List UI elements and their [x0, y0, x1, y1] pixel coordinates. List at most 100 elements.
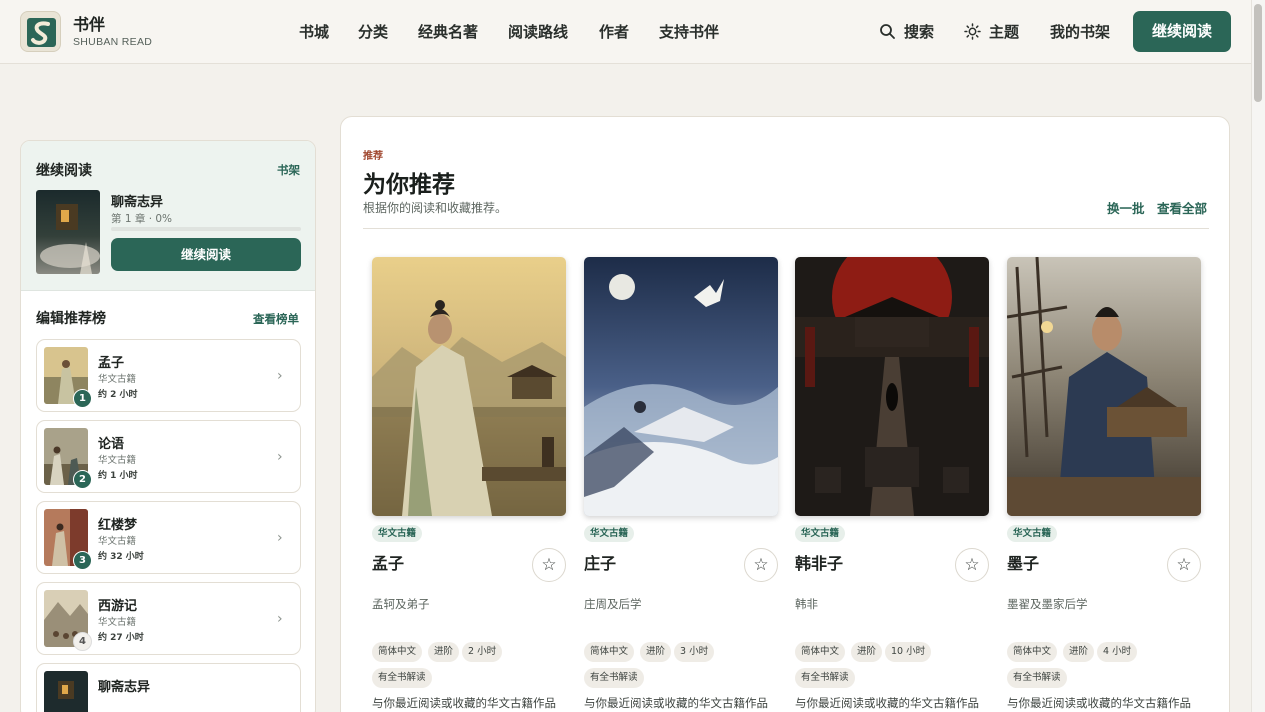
- book-title[interactable]: 庄子: [584, 550, 616, 574]
- book-cover[interactable]: [1007, 257, 1201, 516]
- nav-item-categories[interactable]: 分类: [358, 21, 388, 42]
- ranking-item-category: 华文古籍: [98, 374, 137, 385]
- book-tag: 进阶: [851, 642, 883, 662]
- category-pill: 华文古籍: [372, 525, 423, 542]
- favorite-star-icon[interactable]: ☆: [744, 548, 778, 582]
- favorite-star-icon[interactable]: ☆: [1167, 548, 1201, 582]
- ranking-item-title: 聊斋志异: [98, 680, 151, 695]
- progress-bar: [111, 227, 301, 231]
- book-cover[interactable]: [372, 257, 566, 516]
- nav-item-classics[interactable]: 经典名著: [418, 21, 478, 42]
- refresh-link[interactable]: 换一批: [1107, 198, 1145, 217]
- ranking-cover: [44, 671, 88, 712]
- ranking-item-title: 西游记: [98, 599, 138, 614]
- sidebar: 继续阅读 书架 聊斋志异 第 1 章 · 0% 继续阅读 编辑推荐榜 查看榜单 …: [20, 140, 316, 712]
- book-description: 与你最近阅读或收藏的华文古籍作品: [795, 696, 979, 710]
- ranking-item[interactable]: 聊斋志异: [36, 663, 301, 712]
- favorite-star-icon[interactable]: ☆: [955, 548, 989, 582]
- book-tag: 3 小时: [674, 642, 715, 662]
- book-tag: 有全书解读: [372, 668, 432, 688]
- category-pill: 华文古籍: [795, 525, 846, 542]
- book-cover[interactable]: [584, 257, 778, 516]
- ranking-item-time: 约 27 小时: [98, 633, 144, 643]
- ranking-title: 编辑推荐榜: [36, 311, 106, 327]
- ranking-item-category: 华文古籍: [98, 617, 137, 628]
- book-cover[interactable]: [795, 257, 989, 516]
- book-author: 韩非: [795, 597, 818, 611]
- section-title: 为你推荐: [363, 171, 455, 198]
- chevron-right-icon: ›: [277, 449, 283, 465]
- view-all-link[interactable]: 查看全部: [1157, 198, 1207, 217]
- view-ranking-link[interactable]: 查看榜单: [253, 311, 299, 327]
- book-description: 与你最近阅读或收藏的华文古籍作品: [372, 696, 556, 710]
- continue-book-title[interactable]: 聊斋志异: [111, 191, 163, 210]
- continue-reading-button[interactable]: 继续阅读: [1133, 11, 1231, 52]
- book-tag: 进阶: [1063, 642, 1095, 662]
- my-shelf-button[interactable]: 我的书架: [1050, 21, 1110, 42]
- book-author: 墨翟及墨家后学: [1007, 597, 1088, 611]
- search-icon[interactable]: [879, 23, 896, 40]
- divider: [363, 228, 1209, 229]
- sun-icon[interactable]: [964, 23, 981, 40]
- ranking-item-title: 论语: [98, 437, 125, 452]
- book-tag: 简体中文: [795, 642, 846, 662]
- ranking-item[interactable]: 4 西游记 华文古籍 约 27 小时 ›: [36, 582, 301, 655]
- favorite-star-icon[interactable]: ☆: [532, 548, 566, 582]
- scrollbar-thumb[interactable]: [1254, 4, 1262, 102]
- book-tag: 10 小时: [885, 642, 932, 662]
- rank-badge: 1: [73, 389, 92, 408]
- ranking-item[interactable]: 1 孟子 华文古籍 约 2 小时 ›: [36, 339, 301, 412]
- chevron-right-icon: ›: [277, 368, 283, 384]
- book-tag: 简体中文: [1007, 642, 1058, 662]
- rank-badge: 3: [73, 551, 92, 570]
- book-author: 孟轲及弟子: [372, 597, 430, 611]
- category-pill: 华文古籍: [1007, 525, 1058, 542]
- book-description: 与你最近阅读或收藏的华文古籍作品: [1007, 696, 1191, 710]
- brand-subtitle: SHUBAN READ: [73, 36, 153, 48]
- ranking-item-category: 华文古籍: [98, 536, 137, 547]
- continue-book-cover[interactable]: [36, 190, 100, 274]
- book-title[interactable]: 墨子: [1007, 550, 1039, 574]
- book-tag: 进阶: [428, 642, 460, 662]
- chevron-right-icon: ›: [277, 611, 283, 627]
- book-title[interactable]: 孟子: [372, 550, 404, 574]
- top-header: 书伴 SHUBAN READ 书城 分类 经典名著 阅读路线 作者 支持书伴 搜…: [0, 0, 1251, 64]
- nav-item-authors[interactable]: 作者: [599, 21, 629, 42]
- sidebar-continue-button[interactable]: 继续阅读: [111, 238, 301, 271]
- category-pill: 华文古籍: [584, 525, 635, 542]
- theme-button[interactable]: 主题: [989, 21, 1019, 42]
- section-subtitle: 根据你的阅读和收藏推荐。: [363, 201, 508, 215]
- book-tag: 4 小时: [1097, 642, 1138, 662]
- continue-progress-text: 第 1 章 · 0%: [111, 213, 173, 225]
- book-description: 与你最近阅读或收藏的华文古籍作品: [584, 696, 768, 710]
- ranking-item-category: 华文古籍: [98, 455, 137, 466]
- ranking-item[interactable]: 2 论语 华文古籍 约 1 小时 ›: [36, 420, 301, 493]
- brand-title[interactable]: 书伴: [73, 11, 105, 35]
- book-tag: 有全书解读: [584, 668, 644, 688]
- section-kicker: 推荐: [363, 151, 383, 162]
- book-tag: 有全书解读: [795, 668, 855, 688]
- book-author: 庄周及后学: [584, 597, 642, 611]
- rank-badge: 2: [73, 470, 92, 489]
- book-tag: 2 小时: [462, 642, 503, 662]
- book-title[interactable]: 韩非子: [795, 550, 843, 574]
- chevron-right-icon: ›: [277, 530, 283, 546]
- search-button[interactable]: 搜索: [904, 21, 934, 42]
- book-tag: 有全书解读: [1007, 668, 1067, 688]
- scrollbar-track[interactable]: [1251, 0, 1265, 712]
- recommendation-panel: 推荐 为你推荐 根据你的阅读和收藏推荐。 换一批 查看全部 华文古籍 孟子 ☆ …: [340, 116, 1230, 712]
- ranking-item[interactable]: 3 红楼梦 华文古籍 约 32 小时 ›: [36, 501, 301, 574]
- book-tag: 简体中文: [584, 642, 635, 662]
- book-tag: 进阶: [640, 642, 672, 662]
- shelf-link[interactable]: 书架: [277, 162, 300, 178]
- continue-panel-title: 继续阅读: [36, 163, 92, 179]
- logo-icon[interactable]: [20, 11, 61, 52]
- continue-reading-panel: 继续阅读 书架 聊斋志异 第 1 章 · 0% 继续阅读: [21, 141, 315, 291]
- nav-item-support[interactable]: 支持书伴: [659, 21, 719, 42]
- ranking-item-title: 红楼梦: [98, 518, 138, 533]
- ranking-item-time: 约 2 小时: [98, 390, 138, 400]
- ranking-item-title: 孟子: [98, 356, 125, 371]
- nav-item-store[interactable]: 书城: [299, 21, 329, 42]
- nav-item-reading-paths[interactable]: 阅读路线: [508, 21, 568, 42]
- ranking-item-time: 约 32 小时: [98, 552, 144, 562]
